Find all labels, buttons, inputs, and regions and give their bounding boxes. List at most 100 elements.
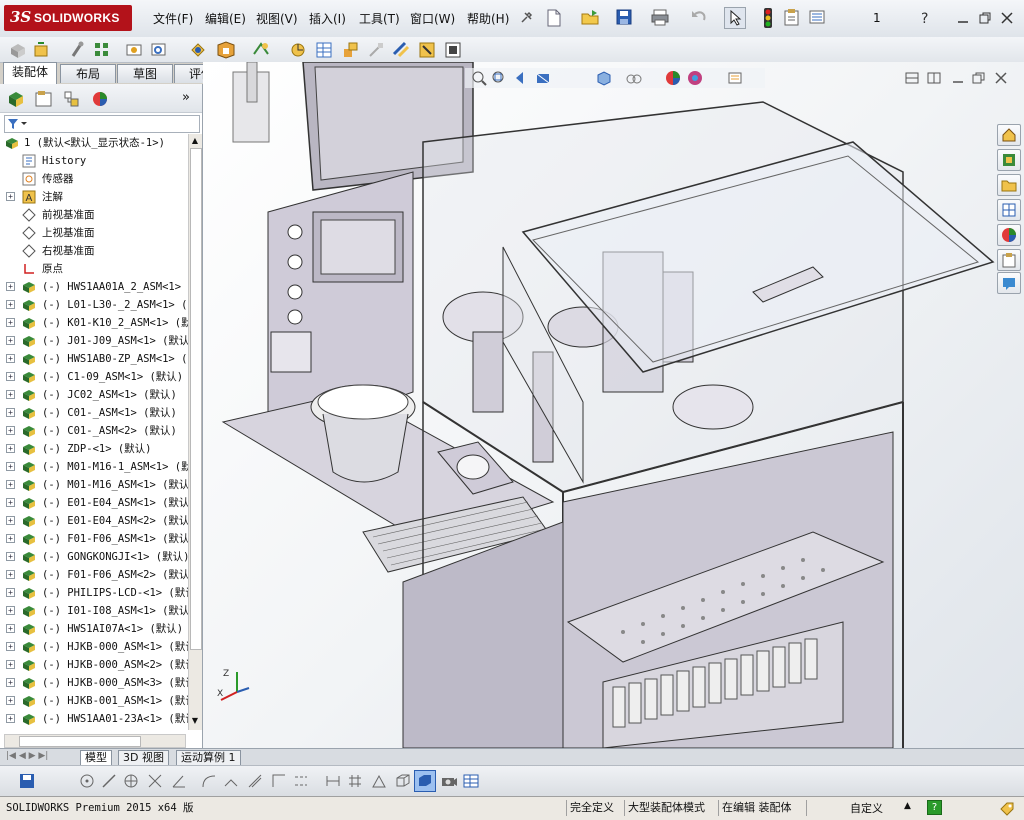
mate-icon[interactable] (68, 40, 86, 60)
close-icon[interactable] (1000, 11, 1014, 25)
apply-scene-icon[interactable] (687, 70, 703, 86)
task-pane-forum[interactable] (997, 272, 1021, 294)
tile-vertical-icon[interactable] (927, 72, 941, 84)
expand-toggle-icon[interactable]: + (6, 408, 15, 417)
smart-fasteners-icon[interactable] (124, 40, 144, 60)
menu-insert[interactable]: 插入(I) (309, 10, 346, 27)
tree-item[interactable]: + (-) C01-_ASM<2> (默认) (0, 422, 188, 440)
select-button[interactable] (724, 7, 746, 29)
tree-item[interactable]: 上视基准面 (0, 224, 188, 242)
task-pane-file-explorer[interactable] (997, 174, 1021, 196)
edit-appearance-icon[interactable] (665, 70, 681, 86)
minimize-icon[interactable] (956, 11, 970, 25)
tree-item[interactable]: + (-) HWS1AA01-23A<1> (默认 (0, 710, 188, 728)
tree-item[interactable]: + (-) HWS1AA01A_2_ASM<1> ( (0, 278, 188, 296)
tree-item[interactable]: 前视基准面 (0, 206, 188, 224)
expand-toggle-icon[interactable]: + (6, 534, 15, 543)
expand-toggle-icon[interactable]: + (6, 624, 15, 633)
expand-toggle-icon[interactable]: + (6, 552, 15, 561)
offset-icon[interactable] (246, 772, 264, 790)
pin-icon[interactable] (518, 10, 534, 26)
tree-item[interactable]: 原点 (0, 260, 188, 278)
bottom-save-icon[interactable] (18, 772, 36, 790)
angle-icon[interactable] (170, 772, 188, 790)
expand-toggle-icon[interactable]: + (6, 444, 15, 453)
expand-toggle-icon[interactable]: + (6, 516, 15, 525)
undo-icon[interactable] (689, 8, 709, 26)
tab-model[interactable]: 模型 (80, 750, 112, 766)
tree-item[interactable]: + (-) M01-M16-1_ASM<1> (默 (0, 458, 188, 476)
new-document-icon[interactable] (545, 8, 563, 28)
menu-help[interactable]: 帮助(H) (467, 10, 509, 27)
tree-item[interactable]: + (-) HWS1AI07A<1> (默认) (0, 620, 188, 638)
expand-toggle-icon[interactable]: + (6, 354, 15, 363)
save-icon[interactable] (615, 8, 633, 26)
move-component-icon[interactable] (150, 40, 170, 60)
status-help-icon[interactable]: ? (927, 800, 942, 815)
show-hidden-components-icon[interactable] (188, 40, 208, 60)
open-folder-icon[interactable] (580, 8, 600, 28)
restore-icon[interactable] (978, 11, 992, 25)
tangent-arc-icon[interactable] (222, 772, 240, 790)
tag-icon[interactable] (998, 800, 1016, 816)
tree-item[interactable]: + (-) HJKB-001_ASM<1> (默认 (0, 692, 188, 710)
bill-of-materials-icon[interactable] (314, 40, 334, 60)
units-up-arrow-icon[interactable]: ▲ (904, 801, 911, 811)
expand-toggle-icon[interactable]: + (6, 372, 15, 381)
options-icon[interactable] (808, 8, 826, 26)
exploded-view-icon[interactable] (340, 40, 360, 60)
explode-line-sketch-icon[interactable] (366, 40, 386, 60)
tree-item[interactable]: + A 注解 (0, 188, 188, 206)
tab-assembly[interactable]: 装配体 (3, 62, 57, 84)
tree-item[interactable]: + (-) GONGKONGJI<1> (默认) (0, 548, 188, 566)
tree-item[interactable]: + (-) F01-F06_ASM<1> (默认 (0, 530, 188, 548)
corner-rectangle-icon[interactable] (270, 772, 288, 790)
tree-root[interactable]: 1 (默认<默认_显示状态-1>) (0, 134, 188, 152)
task-pane-home[interactable] (997, 124, 1021, 146)
tree-item[interactable]: 传感器 (0, 170, 188, 188)
expand-toggle-icon[interactable]: + (6, 192, 15, 201)
tree-item[interactable]: + (-) E01-E04_ASM<1> (默认 (0, 494, 188, 512)
expand-toggle-icon[interactable]: + (6, 660, 15, 669)
tile-horizontal-icon[interactable] (905, 72, 919, 84)
tree-item[interactable]: + (-) I01-I08_ASM<1> (默认 (0, 602, 188, 620)
line-icon[interactable] (100, 772, 118, 790)
shaded-view-button[interactable] (414, 770, 436, 792)
task-pane-view-palette[interactable] (997, 199, 1021, 221)
relation-icon[interactable] (370, 772, 388, 790)
tree-item[interactable]: + (-) JC02_ASM<1> (默认) (0, 386, 188, 404)
tree-item[interactable]: + (-) HJKB-000_ASM<1> (默认 (0, 638, 188, 656)
expand-toggle-icon[interactable]: + (6, 606, 15, 615)
expand-toggle-icon[interactable]: + (6, 642, 15, 651)
expand-toggle-icon[interactable]: + (6, 300, 15, 309)
tree-item[interactable]: + (-) HWS1AB0-ZP_ASM<1> ( (0, 350, 188, 368)
menu-edit[interactable]: 编辑(E) (205, 10, 246, 27)
linear-pattern-icon[interactable] (92, 40, 112, 60)
tree-item[interactable]: + (-) ZDP-<1> (默认) (0, 440, 188, 458)
tree-item[interactable]: + (-) K01-K10_2_ASM<1> (默 (0, 314, 188, 332)
new-part-icon[interactable] (32, 40, 52, 60)
expand-toggle-icon[interactable]: + (6, 498, 15, 507)
instant3d-icon[interactable] (417, 40, 437, 60)
tree-item[interactable]: + (-) F01-F06_ASM<2> (默认 (0, 566, 188, 584)
expand-toggle-icon[interactable]: + (6, 480, 15, 489)
table-icon[interactable] (462, 772, 480, 790)
expand-toggle-icon[interactable]: + (6, 588, 15, 597)
task-pane-design-library[interactable] (997, 149, 1021, 171)
tree-item[interactable]: + (-) HJKB-000_ASM<3> (默认 (0, 674, 188, 692)
task-pane-appearances[interactable] (997, 224, 1021, 246)
menu-tools[interactable]: 工具(T) (359, 10, 400, 27)
scroll-up-arrow-icon[interactable]: ▲ (190, 136, 200, 146)
tab-scroll-arrows-icon[interactable]: |◀ ◀ ▶ ▶| (6, 751, 48, 761)
trim-icon[interactable] (146, 772, 164, 790)
tree-item[interactable]: 右视基准面 (0, 242, 188, 260)
polygon-icon[interactable] (122, 772, 140, 790)
tree-item[interactable]: History (0, 152, 188, 170)
grid-icon[interactable] (346, 772, 364, 790)
large-assembly-mode-icon[interactable] (443, 40, 463, 60)
wireframe-box-icon[interactable] (394, 772, 412, 790)
expand-toggle-icon[interactable]: + (6, 696, 15, 705)
expand-toggle-icon[interactable]: + (6, 426, 15, 435)
solidworks-logo[interactable]: 3S SOLIDWORKS (4, 5, 132, 31)
expand-toggle-icon[interactable]: + (6, 282, 15, 291)
